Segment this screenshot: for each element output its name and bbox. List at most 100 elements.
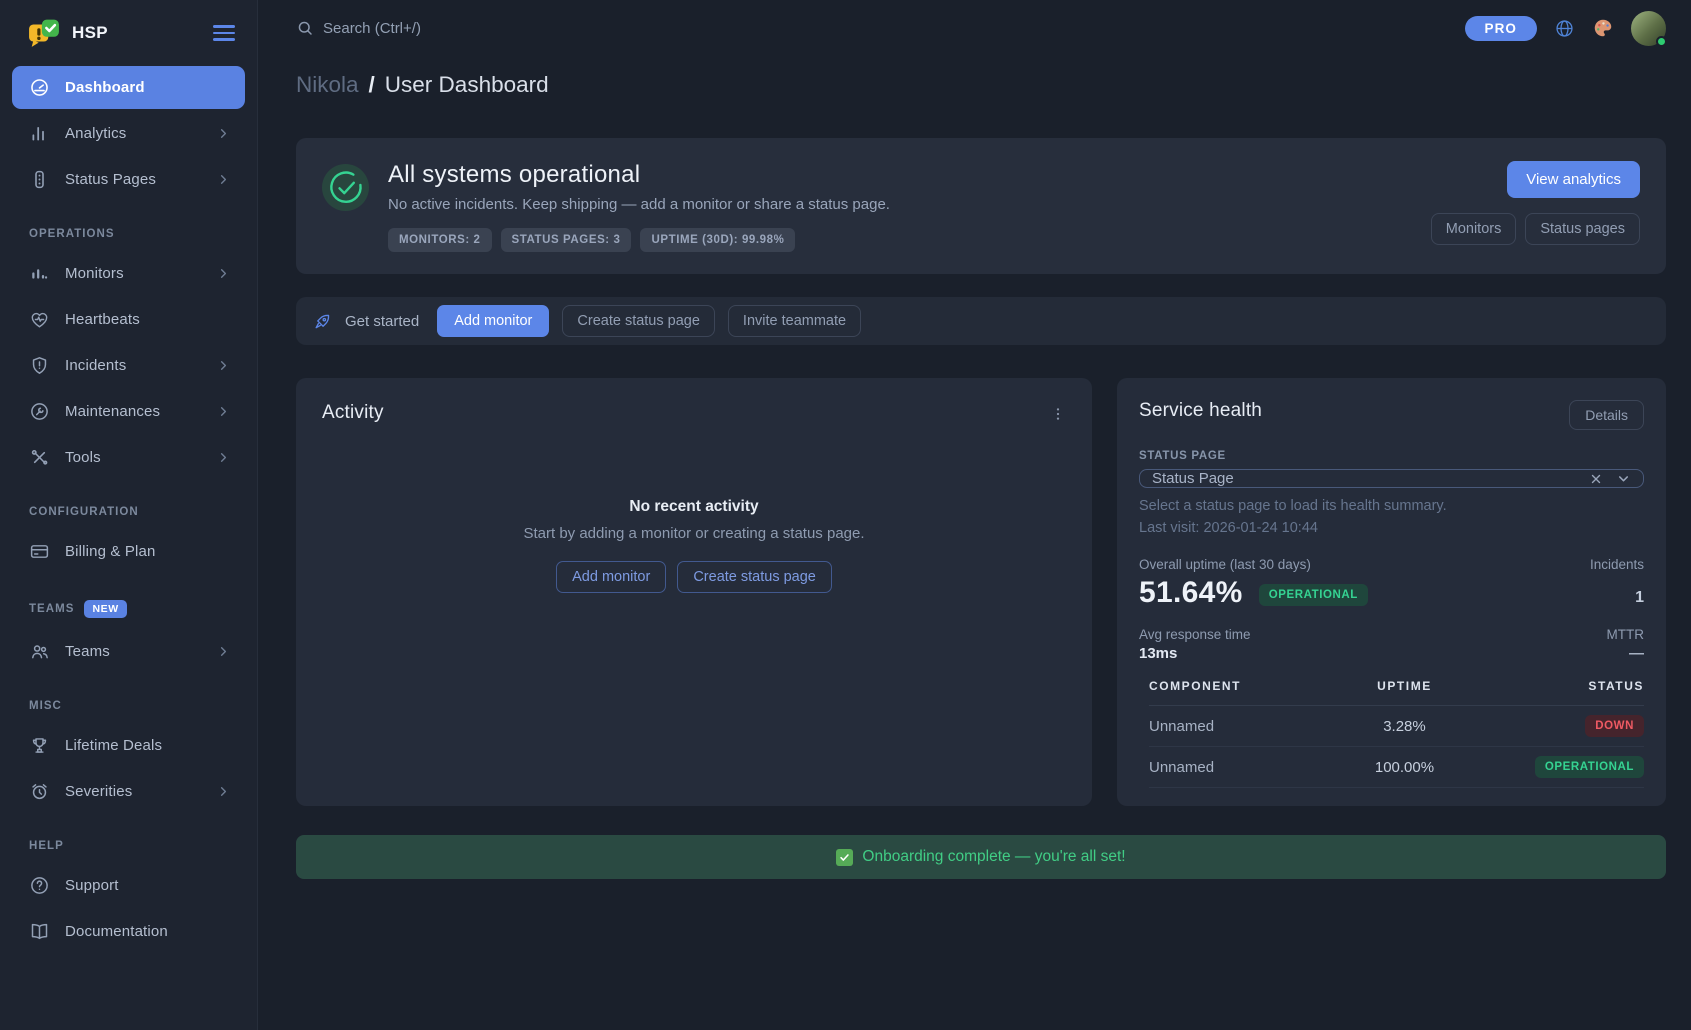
view-analytics-button[interactable]: View analytics xyxy=(1507,161,1640,198)
user-avatar[interactable] xyxy=(1631,11,1666,46)
activity-title: Activity xyxy=(322,402,384,424)
activity-create-status-page-button[interactable]: Create status page xyxy=(677,561,832,593)
sidebar-item-label: Maintenances xyxy=(65,403,201,420)
system-status-title: All systems operational xyxy=(388,161,1412,189)
incidents-label: Incidents xyxy=(1590,557,1644,572)
traffic-light-icon xyxy=(29,169,50,190)
sidebar-item-label: Incidents xyxy=(65,357,201,374)
sidebar: HSP Dashboard Analytics Status Pages OPE… xyxy=(0,0,258,1030)
monitor-bars-icon xyxy=(29,263,50,284)
sidebar-item-label: Tools xyxy=(65,449,201,466)
status-page-field-label: STATUS PAGE xyxy=(1139,450,1644,462)
chevron-down-icon[interactable] xyxy=(1616,471,1631,486)
status-page-select[interactable]: Status Page xyxy=(1139,469,1644,488)
sidebar-item-lifetime-deals[interactable]: Lifetime Deals xyxy=(12,724,245,767)
table-row[interactable]: Unnamed 3.28% DOWN xyxy=(1149,706,1644,747)
uptime-30d-badge: UPTIME (30D): 99.98% xyxy=(640,228,795,252)
system-status-card: All systems operational No active incide… xyxy=(296,138,1666,274)
sidebar-item-dashboard[interactable]: Dashboard xyxy=(12,66,245,109)
bar-chart-icon xyxy=(29,123,50,144)
chevron-right-icon xyxy=(216,126,231,141)
plan-badge[interactable]: PRO xyxy=(1465,16,1538,41)
hero-status-pages-button[interactable]: Status pages xyxy=(1525,213,1640,245)
empty-state-title: No recent activity xyxy=(629,498,758,516)
chevron-right-icon xyxy=(216,450,231,465)
details-button[interactable]: Details xyxy=(1569,400,1644,430)
online-status-dot xyxy=(1656,36,1667,47)
sidebar-item-documentation[interactable]: Documentation xyxy=(12,910,245,953)
breadcrumb: Nikola / User Dashboard xyxy=(296,72,1666,98)
sidebar-item-billing[interactable]: Billing & Plan xyxy=(12,530,245,573)
add-monitor-button[interactable]: Add monitor xyxy=(437,305,549,337)
last-visit-text: Last visit: 2026-01-24 10:44 xyxy=(1139,520,1644,536)
select-helper-text: Select a status page to load its health … xyxy=(1139,498,1644,514)
onboarding-banner-text: Onboarding complete — you're all set! xyxy=(862,848,1125,866)
new-badge: NEW xyxy=(84,600,126,618)
chevron-right-icon xyxy=(216,644,231,659)
sidebar-item-teams[interactable]: Teams xyxy=(12,630,245,673)
sidebar-section-help: HELP xyxy=(29,840,228,852)
globe-icon[interactable] xyxy=(1554,18,1575,39)
theme-palette-icon[interactable] xyxy=(1592,17,1614,39)
status-badge: OPERATIONAL xyxy=(1535,756,1644,778)
chevron-right-icon xyxy=(216,404,231,419)
main-content: Search (Ctrl+/) PRO Nikola / User Dashbo… xyxy=(258,0,1691,1030)
sidebar-item-label: Teams xyxy=(65,643,201,660)
avg-response-label: Avg response time xyxy=(1139,627,1251,642)
breadcrumb-parent[interactable]: Nikola xyxy=(296,72,359,98)
status-page-select-value: Status Page xyxy=(1152,470,1589,487)
credit-card-icon xyxy=(29,541,50,562)
clear-selection-icon[interactable] xyxy=(1589,472,1603,486)
sidebar-item-monitors[interactable]: Monitors xyxy=(12,252,245,295)
component-uptime: 100.00% xyxy=(1325,759,1485,776)
sidebar-item-analytics[interactable]: Analytics xyxy=(12,112,245,155)
get-started-bar: Get started Add monitor Create status pa… xyxy=(296,297,1666,345)
avg-response-value: 13ms xyxy=(1139,645,1177,662)
activity-add-monitor-button[interactable]: Add monitor xyxy=(556,561,666,593)
sidebar-toggle-button[interactable] xyxy=(211,21,237,44)
sidebar-item-label: Severities xyxy=(65,783,201,800)
hero-monitors-button[interactable]: Monitors xyxy=(1431,213,1517,245)
component-name: Unnamed xyxy=(1149,718,1325,735)
sidebar-item-label: Support xyxy=(65,877,231,894)
sidebar-item-status-pages[interactable]: Status Pages xyxy=(12,158,245,201)
chevron-right-icon xyxy=(216,784,231,799)
overall-uptime-label: Overall uptime (last 30 days) xyxy=(1139,557,1311,572)
sidebar-item-label: Heartbeats xyxy=(65,311,231,328)
components-table: COMPONENT UPTIME STATUS Unnamed 3.28% DO… xyxy=(1149,679,1644,788)
invite-teammate-button[interactable]: Invite teammate xyxy=(728,305,861,337)
sidebar-section-operations: OPERATIONS xyxy=(29,228,228,240)
sidebar-item-label: Status Pages xyxy=(65,171,201,188)
sidebar-item-heartbeats[interactable]: Heartbeats xyxy=(12,298,245,341)
search-input[interactable]: Search (Ctrl+/) xyxy=(296,19,421,37)
help-circle-icon xyxy=(29,875,50,896)
service-health-card: Service health Details STATUS PAGE Statu… xyxy=(1117,378,1666,806)
sidebar-item-maintenances[interactable]: Maintenances xyxy=(12,390,245,433)
create-status-page-button[interactable]: Create status page xyxy=(562,305,715,337)
alarm-clock-icon xyxy=(29,781,50,802)
sidebar-item-incidents[interactable]: Incidents xyxy=(12,344,245,387)
status-badge: DOWN xyxy=(1585,715,1644,737)
app-logo-icon xyxy=(28,17,60,49)
monitors-count-badge: MONITORS: 2 xyxy=(388,228,492,252)
sidebar-section-configuration: CONFIGURATION xyxy=(29,506,228,518)
chevron-right-icon xyxy=(216,358,231,373)
topbar: Search (Ctrl+/) PRO xyxy=(296,0,1666,56)
sidebar-item-severities[interactable]: Severities xyxy=(12,770,245,813)
kebab-menu-icon[interactable] xyxy=(1050,406,1066,422)
sidebar-item-label: Dashboard xyxy=(65,79,231,96)
sidebar-item-support[interactable]: Support xyxy=(12,864,245,907)
shield-alert-icon xyxy=(29,355,50,376)
get-started-label: Get started xyxy=(345,313,419,330)
mttr-label: MTTR xyxy=(1607,627,1645,642)
table-row[interactable]: Unnamed 100.00% OPERATIONAL xyxy=(1149,747,1644,788)
column-header-status: STATUS xyxy=(1484,679,1644,693)
system-status-subtitle: No active incidents. Keep shipping — add… xyxy=(388,196,1412,213)
sidebar-item-tools[interactable]: Tools xyxy=(12,436,245,479)
status-pages-count-badge: STATUS PAGES: 3 xyxy=(501,228,632,252)
search-placeholder: Search (Ctrl+/) xyxy=(323,20,421,37)
sidebar-section-misc: MISC xyxy=(29,700,228,712)
sidebar-item-label: Documentation xyxy=(65,923,231,940)
page-title: User Dashboard xyxy=(385,72,549,98)
rocket-icon xyxy=(313,312,332,331)
